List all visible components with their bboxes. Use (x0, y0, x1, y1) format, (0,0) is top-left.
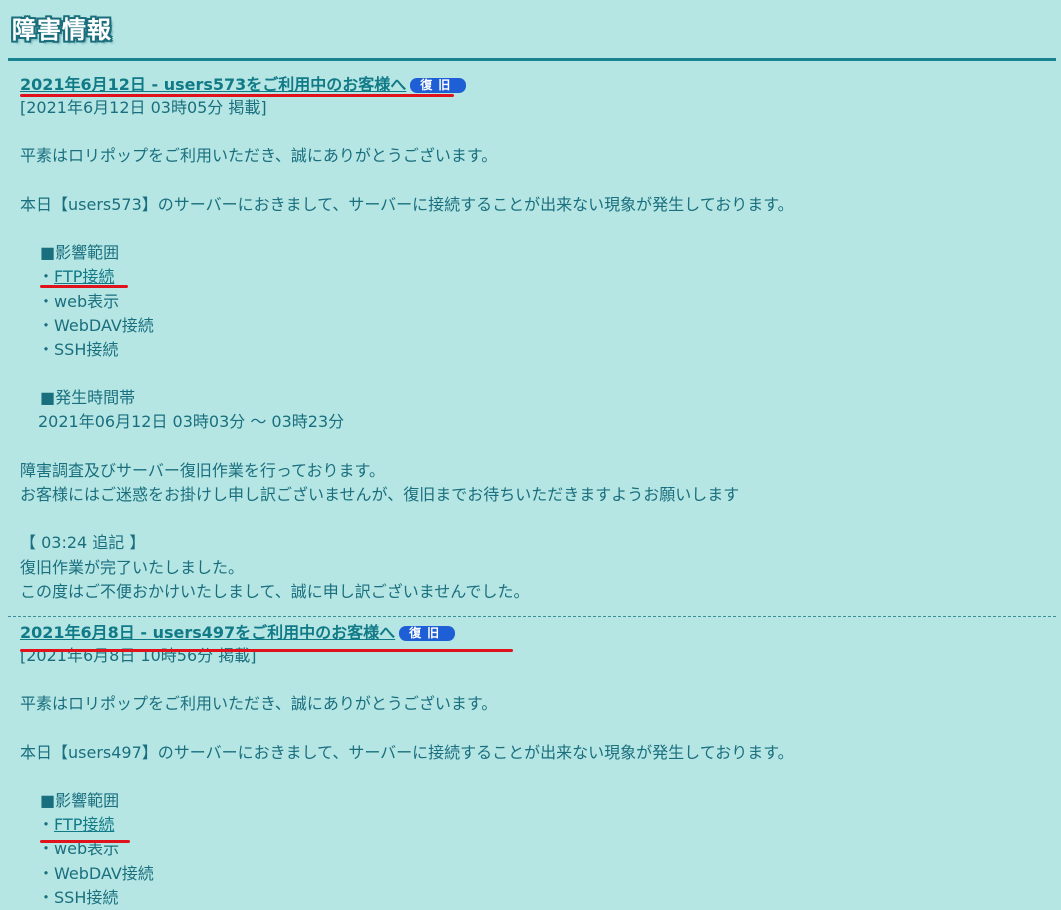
scope-item: ・WebDAV接続 (38, 863, 154, 883)
page-title: 障害情報 (12, 16, 112, 44)
incident-list: 2021年6月12日 - users573をご利用中のお客様へ 復旧 [2021… (8, 62, 1056, 910)
update-text: この度はご不便おかけいたしまして、誠に申し訳ございませんでした。 (20, 581, 530, 601)
scope-item: ・FTP接続 (38, 815, 115, 835)
greeting-text: 平素はロリポップをご利用いただき、誠にありがとうございます。 (20, 694, 498, 714)
notice-text: 本日【users497】のサーバーにおきまして、サーバーに接続することが出来ない… (20, 742, 794, 762)
scope-item-label: SSH接続 (54, 887, 119, 907)
scope-item-link[interactable]: FTP接続 (54, 267, 114, 286)
page-header: 障害情報 (0, 0, 1061, 61)
scope-item-link[interactable]: FTP接続 (54, 815, 114, 834)
scope-heading: ■影響範囲 (40, 243, 120, 263)
scope-item-label: SSH接続 (54, 339, 119, 359)
time-range: 2021年06月12日 03時03分 〜 03時23分 (38, 412, 345, 432)
incident-entry: 2021年6月8日 - users497をご利用中のお客様へ 復旧 [2021年… (20, 610, 1050, 910)
annotation-underline (40, 285, 128, 288)
scope-item: ・web表示 (38, 291, 120, 311)
incident-title-link[interactable]: 2021年6月8日 - users497をご利用中のお客様へ (20, 622, 395, 644)
work-text: 障害調査及びサーバー復旧作業を行っております。 (20, 460, 385, 480)
time-heading: ■発生時間帯 (40, 388, 136, 408)
scope-item: ・SSH接続 (38, 887, 119, 907)
scope-item-label: WebDAV接続 (54, 863, 154, 883)
update-heading: 【 03:24 追記 】 (20, 533, 146, 553)
annotation-underline (20, 94, 454, 97)
scope-heading: ■影響範囲 (40, 791, 120, 811)
scope-item: ・SSH接続 (38, 339, 119, 359)
incident-title-row: 2021年6月12日 - users573をご利用中のお客様へ 復旧 (20, 62, 1050, 96)
work-text: お客様にはご迷惑をお掛けし申し訳ございませんが、復旧までお待ちいただきますようお… (20, 485, 740, 504)
status-badge: 復旧 (410, 78, 467, 93)
greeting-text: 平素はロリポップをご利用いただき、誠にありがとうございます。 (20, 146, 498, 166)
scope-item-label: web表示 (54, 291, 120, 311)
posted-date: [2021年6月8日 10時56分 掲載] (20, 645, 257, 665)
incident-entry: 2021年6月12日 - users573をご利用中のお客様へ 復旧 [2021… (20, 62, 1050, 604)
header-divider (8, 58, 1056, 61)
scope-item: ・FTP接続 (38, 267, 115, 287)
scope-item: ・web表示 (38, 839, 120, 859)
scope-item: ・WebDAV接続 (38, 315, 154, 335)
incident-title-row: 2021年6月8日 - users497をご利用中のお客様へ 復旧 (20, 610, 1050, 644)
scope-item-label: WebDAV接続 (54, 315, 154, 335)
posted-date: [2021年6月12日 03時05分 掲載] (20, 98, 267, 117)
incident-title-link[interactable]: 2021年6月12日 - users573をご利用中のお客様へ (20, 74, 406, 96)
update-text: 復旧作業が完了いたしました。 (20, 557, 245, 577)
annotation-underline (40, 840, 130, 843)
annotation-underline (20, 649, 513, 652)
notice-text: 本日【users573】のサーバーにおきまして、サーバーに接続することが出来ない… (20, 194, 794, 214)
status-badge: 復旧 (399, 625, 456, 641)
